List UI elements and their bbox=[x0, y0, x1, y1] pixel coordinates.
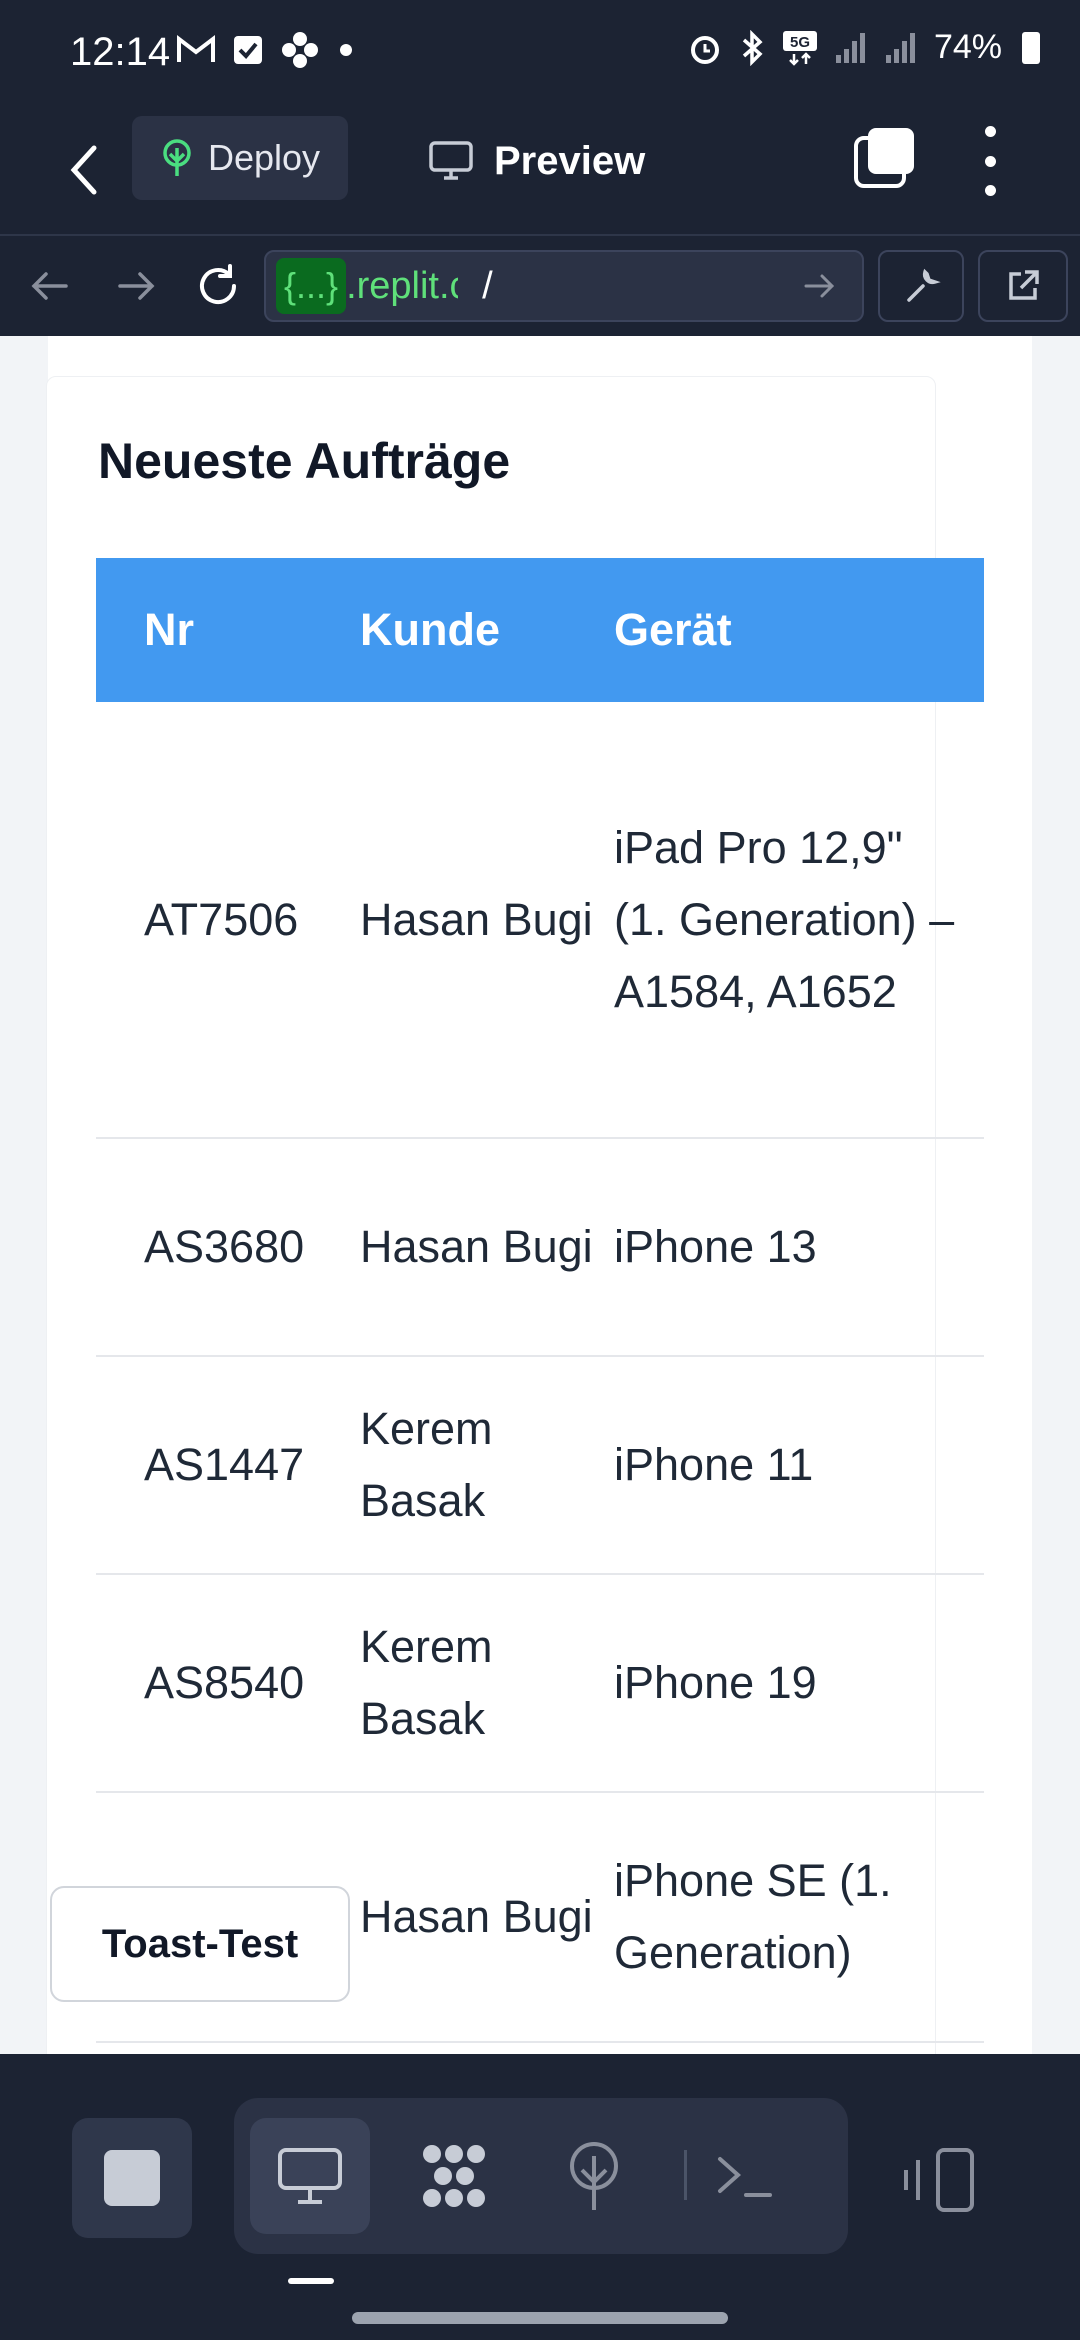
external-link-icon bbox=[1009, 270, 1039, 300]
open-external-button[interactable] bbox=[978, 250, 1068, 322]
column-header-customer: Kunde bbox=[360, 604, 500, 655]
card-title: Neueste Aufträge bbox=[98, 433, 511, 489]
preview-viewport: Neueste Aufträge Nr Kunde Gerät AT7506 H… bbox=[0, 336, 1080, 2054]
devtools-button[interactable] bbox=[878, 250, 964, 322]
svg-text:5G: 5G bbox=[790, 34, 810, 51]
table-row[interactable]: AS3680 Hasan Bugi iPhone 13 bbox=[96, 1138, 984, 1357]
nav-back-button[interactable] bbox=[22, 258, 78, 314]
deploy-label: Deploy bbox=[208, 137, 321, 178]
table-row[interactable]: AT7506 Hasan Bugi iPad Pro 12,9" (1. Gen… bbox=[96, 702, 984, 1139]
dot-icon bbox=[984, 155, 996, 167]
battery-percentage: 74% bbox=[933, 28, 1002, 66]
arrow-right-icon[interactable] bbox=[794, 261, 844, 311]
terminal-icon bbox=[718, 2157, 772, 2197]
tool-switcher bbox=[234, 2098, 848, 2254]
5g-icon: 5G bbox=[782, 30, 817, 66]
cell-device: iPhone 19 bbox=[614, 1574, 984, 1793]
cell-nr: AS1447 bbox=[96, 1356, 360, 1575]
column-header-nr: Nr bbox=[144, 604, 195, 655]
arrow-right-icon bbox=[118, 272, 155, 300]
cell-device: iPhone 13 bbox=[614, 1138, 984, 1357]
wrench-icon bbox=[907, 268, 941, 302]
tool-shell[interactable] bbox=[684, 2118, 804, 2234]
cell-nr: AS8540 bbox=[96, 1574, 360, 1793]
orders-table: Nr Kunde Gerät AT7506 Hasan Bugi iPad Pr… bbox=[96, 558, 984, 2043]
url-host: .replit.c bbox=[346, 264, 459, 307]
back-button[interactable] bbox=[56, 134, 116, 204]
tabs-icon bbox=[854, 128, 914, 188]
cell-customer: Hasan Bugi bbox=[360, 702, 614, 1139]
dot-icon bbox=[984, 126, 996, 137]
tab-preview[interactable]: Preview bbox=[428, 126, 645, 196]
deploy-icon bbox=[570, 2142, 618, 2210]
tab-indicator bbox=[288, 2278, 334, 2284]
cell-customer: Hasan Bugi bbox=[360, 1138, 614, 1357]
column-header-device: Gerät bbox=[614, 604, 732, 655]
bluetooth-icon bbox=[742, 29, 763, 66]
dot-icon bbox=[984, 185, 996, 196]
reload-icon bbox=[200, 264, 236, 304]
monitor-icon bbox=[429, 141, 473, 180]
tabs-switcher-button[interactable] bbox=[852, 126, 916, 190]
url-input[interactable]: {...} .replit.c / bbox=[264, 250, 864, 322]
signal-icon bbox=[885, 32, 915, 63]
panels-button[interactable] bbox=[900, 2140, 990, 2220]
toast-test-button[interactable]: Toast-Test bbox=[50, 1886, 350, 2002]
preview-label: Preview bbox=[494, 138, 646, 183]
deploy-icon bbox=[163, 139, 191, 176]
cell-customer: Hasan Bugi bbox=[360, 1792, 614, 2043]
table-header-row: Nr Kunde Gerät bbox=[96, 558, 984, 702]
chevron-left-icon bbox=[70, 145, 97, 195]
table-row[interactable]: AS8540 Kerem Basak iPhone 19 bbox=[96, 1574, 984, 1793]
battery-icon bbox=[1022, 31, 1040, 64]
status-bar: 12:14 5G 74% bbox=[0, 0, 1080, 104]
flower-icon bbox=[282, 32, 318, 68]
monitor-icon bbox=[278, 2148, 342, 2204]
cell-nr: AT7506 bbox=[96, 702, 360, 1139]
home-indicator[interactable] bbox=[352, 2312, 728, 2324]
cell-customer: Kerem Basak bbox=[360, 1574, 614, 1793]
cell-customer: Kerem Basak bbox=[360, 1356, 614, 1575]
more-options-button[interactable] bbox=[975, 126, 1005, 196]
url-bar: {...} .replit.c / bbox=[0, 234, 1080, 338]
url-path: / bbox=[482, 264, 493, 307]
stop-icon bbox=[104, 2150, 160, 2206]
signal-icon bbox=[835, 32, 865, 63]
stop-button[interactable] bbox=[72, 2118, 192, 2238]
cell-device: iPhone SE (1. Generation) bbox=[614, 1792, 984, 2043]
status-time: 12:14 bbox=[70, 30, 171, 74]
dot-icon bbox=[340, 44, 352, 56]
tool-deployments[interactable] bbox=[534, 2118, 654, 2234]
cell-nr: AS3680 bbox=[96, 1138, 360, 1357]
reload-button[interactable] bbox=[190, 258, 246, 314]
tool-preview[interactable] bbox=[250, 2118, 370, 2234]
bottom-toolbar bbox=[0, 2054, 1080, 2340]
cell-device: iPad Pro 12,9" (1. Generation) – A1584, … bbox=[614, 702, 984, 1139]
gmail-icon bbox=[177, 34, 215, 62]
table-row[interactable]: AS1447 Kerem Basak iPhone 11 bbox=[96, 1356, 984, 1575]
nav-forward-button[interactable] bbox=[108, 258, 164, 314]
alarm-icon bbox=[690, 35, 719, 64]
tool-workflows[interactable] bbox=[394, 2118, 514, 2234]
deploy-button[interactable]: Deploy bbox=[132, 116, 348, 200]
workflow-icon bbox=[423, 2145, 485, 2207]
panels-icon bbox=[904, 2148, 974, 2212]
app-toolbar: Deploy Preview bbox=[0, 104, 1080, 234]
cell-device: iPhone 11 bbox=[614, 1356, 984, 1575]
checkbox-icon bbox=[234, 36, 262, 64]
arrow-left-icon bbox=[31, 272, 68, 300]
url-badge: {...} bbox=[276, 258, 347, 314]
